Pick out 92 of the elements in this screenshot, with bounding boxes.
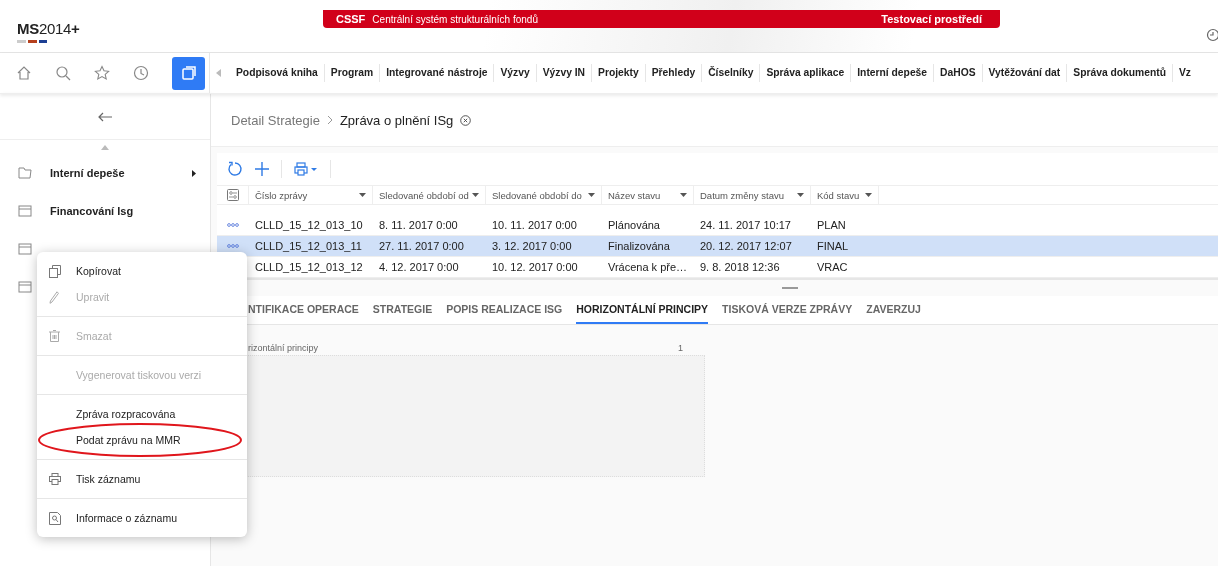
dropdown-caret-icon[interactable] — [472, 193, 479, 197]
refresh-icon[interactable] — [227, 161, 243, 177]
table-cell: FINAL — [817, 240, 849, 252]
more-icon[interactable] — [227, 223, 239, 227]
table-cell: 27. 11. 2017 0:00 — [379, 240, 464, 252]
windows-icon — [180, 65, 197, 81]
sidebar-item[interactable]: Interní depeše — [50, 167, 125, 179]
column-header[interactable]: Sledované období od — [379, 189, 469, 201]
close-icon[interactable] — [460, 114, 472, 126]
window-icon — [18, 243, 32, 255]
trash-icon — [49, 330, 60, 342]
nav-menu-item[interactable]: Integrované nástroje — [379, 64, 494, 82]
tab[interactable]: NTIFIKACE OPERACE — [248, 296, 359, 324]
column-header[interactable]: Název stavu — [608, 189, 661, 201]
splitter-handle[interactable] — [781, 287, 798, 289]
tab[interactable]: HORIZONTÁLNÍ PRINCIPY — [576, 296, 709, 324]
folder-icon — [18, 167, 32, 179]
nav-menu-item[interactable]: Číselníky — [701, 64, 760, 82]
nav-menu-item[interactable]: Výzvy — [493, 64, 536, 82]
table-cell: 20. 12. 2017 12:07 — [700, 240, 792, 252]
character-counter: 1 — [678, 343, 683, 353]
table-cell: CLLD_15_12_013_10 — [255, 219, 363, 231]
menu-item[interactable]: Informace o záznamu — [37, 505, 247, 531]
printer-icon — [49, 473, 61, 485]
document-search-icon — [49, 511, 61, 525]
table-cell: 10. 11. 2017 0:00 — [492, 219, 577, 231]
history-icon[interactable] — [133, 65, 149, 81]
column-header[interactable]: Sledované období do — [492, 189, 582, 201]
table-cell: 8. 11. 2017 0:00 — [379, 219, 458, 231]
breadcrumb-link[interactable]: Detail Strategie — [231, 112, 320, 128]
nav-menu-item[interactable]: Správa dokumentů — [1066, 64, 1172, 82]
nav-menu-item[interactable]: Vz — [1171, 64, 1197, 82]
submenu-arrow-icon — [192, 169, 196, 177]
menu-item[interactable]: Tisk záznamu — [37, 466, 247, 492]
dropdown-caret-icon[interactable] — [797, 193, 804, 197]
stripes-icon — [17, 40, 47, 43]
app-logo: MS2014+ — [17, 20, 80, 37]
chevron-icon — [326, 115, 333, 125]
table-cell: 24. 11. 2017 10:17 — [700, 219, 791, 231]
table-cell: Plánována — [608, 219, 660, 231]
window-icon — [18, 281, 32, 293]
sidebar-item[interactable]: Financování Isg — [50, 205, 134, 217]
table-cell: CLLD_15_12_013_11 — [255, 240, 362, 252]
table-cell: Finalizována — [608, 240, 670, 252]
table-cell: VRAC — [817, 261, 848, 273]
add-icon[interactable] — [255, 162, 269, 176]
menu-item[interactable]: Zpráva rozpracována — [37, 401, 247, 427]
banner-title: Centrální systém strukturálních fondů — [372, 13, 538, 25]
table-cell: Vrácena k pře… — [608, 261, 688, 273]
environment-label: Testovací prostředí — [881, 13, 982, 25]
column-header[interactable]: Číslo zprávy — [255, 189, 308, 201]
tab[interactable]: STRATEGIE — [372, 296, 433, 324]
nav-menu-item[interactable]: Přehledy — [644, 64, 702, 82]
more-icon[interactable] — [227, 244, 239, 248]
dropdown-caret-icon[interactable] — [680, 193, 687, 197]
nav-menu-item[interactable]: Vytěžování dat — [981, 64, 1067, 82]
search-icon[interactable] — [55, 65, 71, 81]
table-cell: 3. 12. 2017 0:00 — [492, 240, 572, 252]
table-cell: 4. 12. 2017 0:00 — [379, 261, 459, 273]
dropdown-caret-icon[interactable] — [865, 193, 872, 197]
tab[interactable]: POPIS REALIZACE ISG — [446, 296, 563, 324]
clock-icon[interactable] — [1206, 28, 1218, 42]
nav-menu-item[interactable]: Interní depeše — [850, 64, 934, 82]
tab[interactable]: TISKOVÁ VERZE ZPRÁVY — [722, 296, 853, 324]
field-label: rizontální principy — [248, 343, 319, 353]
table-cell: PLAN — [817, 219, 846, 231]
nav-menu-item[interactable]: Program — [323, 64, 380, 82]
nav-menu-item[interactable]: Podpisová kniha — [230, 64, 324, 82]
dropdown-caret-icon[interactable] — [588, 193, 595, 197]
column-settings-icon[interactable] — [226, 189, 239, 201]
windows-button[interactable] — [172, 56, 205, 90]
star-icon[interactable] — [94, 65, 110, 81]
column-header[interactable]: Datum změny stavu — [700, 189, 784, 201]
column-header[interactable]: Kód stavu — [817, 189, 860, 201]
nav-menu-item[interactable]: Správa aplikace — [759, 64, 851, 82]
back-arrow-icon[interactable] — [98, 111, 112, 122]
nav-menu-item[interactable]: Výzvy IN — [535, 64, 592, 82]
nav-menu-item[interactable]: Projekty — [591, 64, 645, 82]
copy-icon — [49, 264, 61, 278]
banner-code: CSSF — [336, 13, 366, 25]
table-cell: 9. 8. 2018 12:36 — [700, 261, 780, 273]
table-cell: 10. 12. 2017 0:00 — [492, 261, 578, 273]
table-row[interactable]: CLLD_15_12_013_11 27. 11. 2017 0:00 3. 12. 2017 0:00 Finalizována 20. 12. 2017 12:07 FINAL — [217, 236, 1218, 257]
nav-menu-item[interactable]: DaHOS — [933, 64, 982, 82]
pencil-icon — [49, 290, 59, 304]
dropdown-caret-icon[interactable] — [359, 193, 366, 197]
window-icon — [18, 205, 32, 217]
tab[interactable]: ZAVERZUJ — [866, 296, 921, 324]
print-dropdown-icon[interactable] — [294, 162, 318, 176]
breadcrumb-current: Zpráva o plnění ISg — [339, 112, 454, 128]
home-icon[interactable] — [16, 65, 32, 81]
table-cell: CLLD_15_12_013_12 — [255, 261, 363, 273]
